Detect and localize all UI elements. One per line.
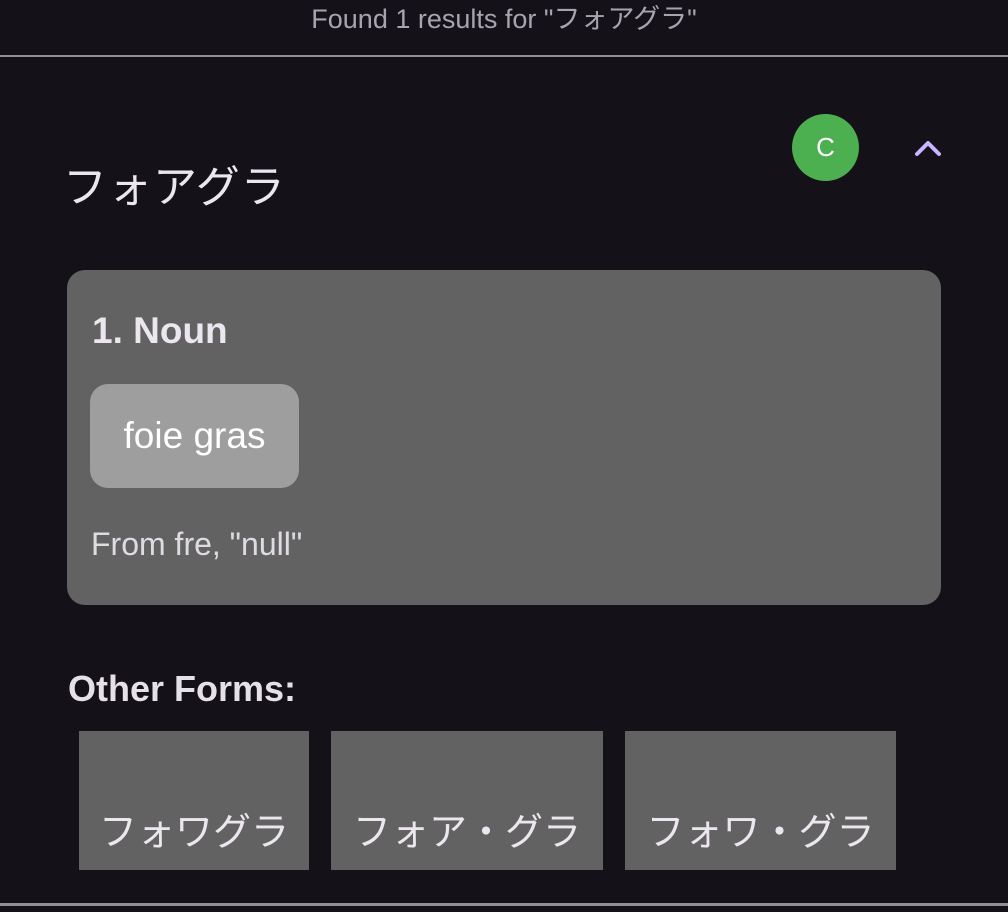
chevron-up-icon: [915, 141, 941, 156]
source-note: From fre, "null": [91, 526, 303, 562]
sense-card: 1. Noun foie gras From fre, "null": [67, 270, 941, 605]
other-form-tile[interactable]: フォワ・グラ: [625, 731, 896, 870]
common-word-avatar[interactable]: C: [792, 114, 859, 181]
results-count-header: Found 1 results for "フォアグラ": [0, 0, 1008, 57]
other-forms-label: Other Forms:: [68, 668, 297, 709]
gloss-chip[interactable]: foie gras: [90, 384, 299, 488]
collapse-entry-button[interactable]: [900, 124, 956, 172]
dictionary-result-page: Found 1 results for "フォアグラ" フォアグラ C 1. N…: [0, 0, 1008, 912]
other-form-tile[interactable]: フォア・グラ: [331, 731, 603, 870]
sense-heading: 1. Noun: [92, 310, 228, 351]
entry-title: フォアグラ: [63, 162, 286, 213]
bottom-divider: [0, 903, 1008, 906]
other-form-tile[interactable]: フォワグラ: [79, 731, 309, 870]
results-count-text: Found 1 results for "フォアグラ": [311, 4, 697, 34]
